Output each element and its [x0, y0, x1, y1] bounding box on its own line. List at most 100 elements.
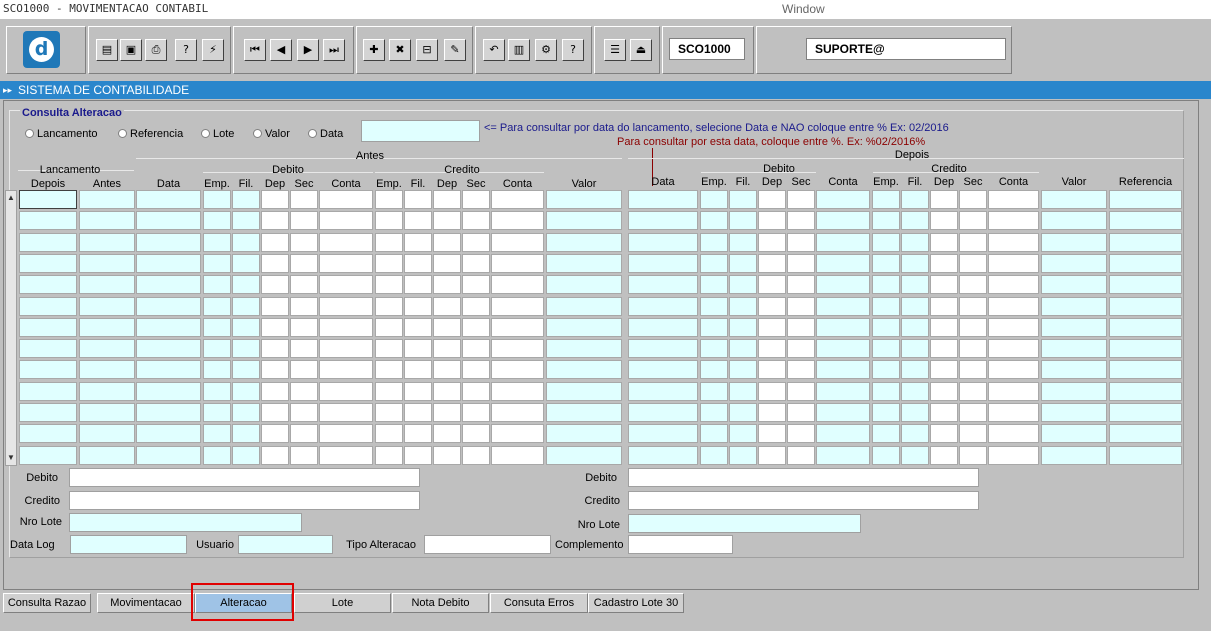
complemento-field[interactable]: [628, 535, 733, 554]
grid-cell-antes[interactable]: [203, 445, 231, 465]
grid-cell-depois[interactable]: [959, 445, 987, 465]
grid-cell-antes[interactable]: [261, 296, 289, 316]
grid-cell-depois[interactable]: [872, 296, 900, 316]
grid-cell-antes[interactable]: [232, 296, 260, 316]
grid-cell-antes[interactable]: [261, 339, 289, 359]
grid-cell-antes[interactable]: [79, 232, 135, 252]
grid-cell-depois[interactable]: [787, 253, 815, 273]
grid-cell-antes[interactable]: [433, 339, 461, 359]
grid-cell-antes[interactable]: [136, 275, 201, 295]
query-enter-icon[interactable]: ?: [175, 39, 197, 61]
grid-cell-antes[interactable]: [404, 381, 432, 401]
grid-cell-depois[interactable]: [787, 317, 815, 337]
grid-cell-depois[interactable]: [628, 232, 698, 252]
query-input[interactable]: [361, 120, 480, 142]
grid-cell-antes[interactable]: [404, 360, 432, 380]
grid-cell-antes[interactable]: [375, 190, 403, 209]
grid-cell-depois[interactable]: [816, 445, 870, 465]
grid-cell-antes[interactable]: [261, 317, 289, 337]
grid-cell-antes[interactable]: [375, 381, 403, 401]
grid-cell-antes[interactable]: [19, 275, 77, 295]
grid-cell-antes[interactable]: [491, 317, 544, 337]
window-menu[interactable]: Window: [782, 2, 825, 16]
grid-cell-depois[interactable]: [700, 381, 728, 401]
grid-cell-antes[interactable]: [319, 424, 373, 444]
grid-cell-depois[interactable]: [901, 317, 929, 337]
grid-cell-antes[interactable]: [404, 253, 432, 273]
grid-cell-depois[interactable]: [628, 445, 698, 465]
grid-cell-depois[interactable]: [628, 275, 698, 295]
scroll-down-icon[interactable]: ▼: [6, 453, 16, 463]
grid-cell-antes[interactable]: [404, 339, 432, 359]
grid-cell-depois[interactable]: [930, 275, 958, 295]
grid-cell-antes[interactable]: [433, 317, 461, 337]
data-log-field[interactable]: [70, 535, 187, 554]
grid-cell-depois[interactable]: [758, 275, 786, 295]
grid-cell-depois[interactable]: [872, 381, 900, 401]
grid-cell-antes[interactable]: [203, 211, 231, 231]
grid-cell-depois[interactable]: [1041, 445, 1107, 465]
grid-cell-antes[interactable]: [232, 339, 260, 359]
grid-cell-antes[interactable]: [462, 403, 490, 422]
grid-cell-antes[interactable]: [491, 211, 544, 231]
grid-cell-antes[interactable]: [319, 317, 373, 337]
grid-cell-antes[interactable]: [546, 403, 622, 422]
grid-cell-depois[interactable]: [758, 360, 786, 380]
grid-cell-antes[interactable]: [546, 424, 622, 444]
tab-lote[interactable]: Lote: [294, 593, 391, 613]
grid-cell-antes[interactable]: [136, 339, 201, 359]
grid-cell-depois[interactable]: [729, 403, 757, 422]
grid-cell-antes[interactable]: [404, 275, 432, 295]
print-icon[interactable]: ⎙: [145, 39, 167, 61]
grid-cell-antes[interactable]: [319, 360, 373, 380]
scroll-up-icon[interactable]: ▲: [6, 193, 16, 203]
grid-cell-antes[interactable]: [375, 211, 403, 231]
next-record-icon[interactable]: ▶: [297, 39, 319, 61]
grid-cell-depois[interactable]: [988, 275, 1039, 295]
grid-cell-depois[interactable]: [901, 211, 929, 231]
grid-cell-antes[interactable]: [79, 275, 135, 295]
grid-cell-antes[interactable]: [79, 253, 135, 273]
grid-cell-depois[interactable]: [1109, 190, 1182, 209]
grid-cell-antes[interactable]: [433, 253, 461, 273]
grid-cell-depois[interactable]: [758, 445, 786, 465]
grid-cell-antes[interactable]: [232, 253, 260, 273]
grid-cell-antes[interactable]: [290, 275, 318, 295]
grid-cell-antes[interactable]: [261, 253, 289, 273]
grid-cell-antes[interactable]: [546, 275, 622, 295]
grid-cell-antes[interactable]: [79, 190, 135, 209]
grid-cell-antes[interactable]: [136, 445, 201, 465]
grid-cell-antes[interactable]: [290, 360, 318, 380]
grid-cell-depois[interactable]: [1041, 190, 1107, 209]
grid-cell-depois[interactable]: [1041, 296, 1107, 316]
grid-cell-depois[interactable]: [816, 360, 870, 380]
grid-cell-depois[interactable]: [872, 232, 900, 252]
grid-cell-depois[interactable]: [901, 253, 929, 273]
grid-cell-depois[interactable]: [729, 360, 757, 380]
tab-cadastro-lote-30[interactable]: Cadastro Lote 30: [588, 593, 684, 613]
grid-cell-antes[interactable]: [203, 190, 231, 209]
radio-valor[interactable]: Valor: [253, 128, 290, 140]
grid-cell-antes[interactable]: [319, 232, 373, 252]
grid-cell-depois[interactable]: [700, 360, 728, 380]
grid-cell-antes[interactable]: [79, 360, 135, 380]
grid-cell-depois[interactable]: [729, 190, 757, 209]
grid-cell-depois[interactable]: [787, 339, 815, 359]
exit-icon[interactable]: ⏏: [630, 39, 652, 61]
grid-cell-depois[interactable]: [959, 424, 987, 444]
grid-cell-depois[interactable]: [930, 424, 958, 444]
nro-lote-right-field[interactable]: [628, 514, 861, 533]
grid-cell-depois[interactable]: [959, 190, 987, 209]
grid-cell-depois[interactable]: [1109, 253, 1182, 273]
grid-cell-antes[interactable]: [19, 339, 77, 359]
grid-cell-depois[interactable]: [787, 190, 815, 209]
settings-icon[interactable]: ⚙: [535, 39, 557, 61]
grid-cell-antes[interactable]: [261, 424, 289, 444]
grid-cell-antes[interactable]: [290, 296, 318, 316]
grid-cell-antes[interactable]: [375, 445, 403, 465]
grid-cell-depois[interactable]: [1109, 232, 1182, 252]
grid-cell-depois[interactable]: [700, 253, 728, 273]
clipboard-icon[interactable]: ▥: [508, 39, 530, 61]
grid-cell-antes[interactable]: [404, 232, 432, 252]
grid-cell-antes[interactable]: [546, 296, 622, 316]
